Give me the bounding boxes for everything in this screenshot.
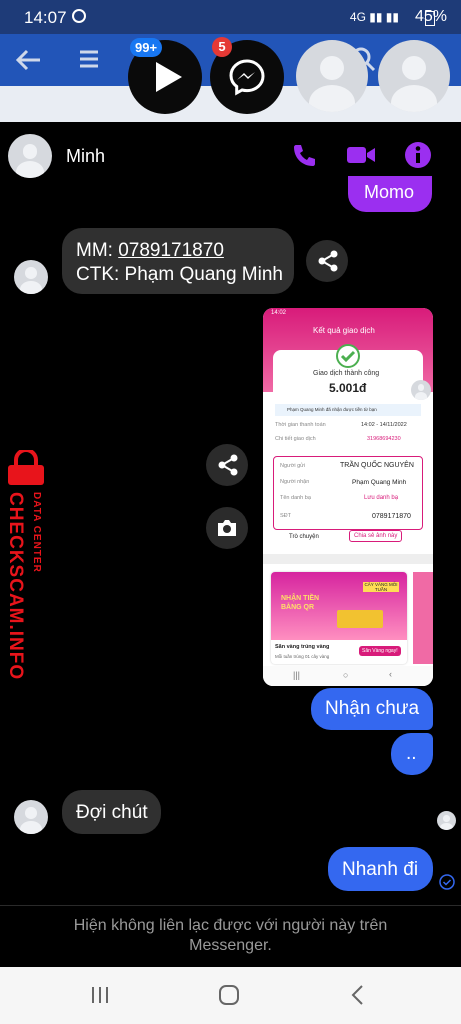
- message-line-mm: MM: 0789171870: [76, 240, 224, 262]
- receipt-chat-button: Trò chuyện: [289, 534, 319, 540]
- chathead-avatar-2[interactable]: [378, 40, 450, 112]
- camera-button[interactable]: [206, 507, 248, 549]
- share-image-button[interactable]: [206, 444, 248, 486]
- receipt-detail-label: Chi tiết giao dịch: [275, 436, 316, 442]
- receiver-value: Phạm Quang Minh: [352, 479, 407, 486]
- message-outgoing-momo[interactable]: Momo: [348, 176, 432, 212]
- promo-caption: Săn vàng trúng vàng: [275, 644, 330, 650]
- receipt-amount: 5.001đ: [329, 381, 367, 395]
- back-icon: ‹: [389, 669, 392, 679]
- phone-icon[interactable]: [290, 142, 318, 170]
- watermark-title: CHECKSCAM.INFO: [5, 492, 26, 681]
- promo-card-2: [413, 572, 433, 664]
- phone-label: SĐT: [280, 513, 291, 519]
- sender-value: TRẦN QUỐC NGUYÊN: [340, 462, 414, 469]
- home-icon: ○: [343, 670, 349, 680]
- receipt-details-box: Người gửi TRẦN QUỐC NGUYÊN Người nhận Ph…: [273, 456, 423, 530]
- receiver-label: Người nhận: [280, 479, 310, 485]
- info-icon[interactable]: [404, 141, 432, 169]
- message-incoming-doi-chut[interactable]: Đợi chút: [62, 790, 161, 834]
- phone-number-link[interactable]: 0789171870: [118, 240, 224, 261]
- sender-label: Người gửi: [280, 463, 306, 469]
- back-arrow-icon[interactable]: [14, 48, 42, 72]
- unavailable-text: Hiện không liên lạc được với người này t…: [73, 917, 388, 954]
- system-nav-bar: [0, 967, 461, 1024]
- camera-icon: [218, 520, 236, 536]
- recent-apps-icon: |||: [293, 670, 301, 680]
- receipt-share-button: Chia sẻ ảnh này: [349, 530, 403, 542]
- receipt-screenshot-image[interactable]: 14:02 Kết quả giao dịch Giao dịch thành …: [263, 308, 433, 686]
- promo-card: NHẬN TIỀN BẰNG QR CÂY VÀNG MỖI TUẦN Săn …: [271, 572, 407, 664]
- messenger-badge: 5: [212, 37, 232, 57]
- video-call-icon[interactable]: [346, 144, 376, 166]
- message-outgoing-nhan-chua[interactable]: Nhận chưa: [311, 688, 433, 730]
- home-icon[interactable]: [218, 984, 240, 1006]
- sender-avatar[interactable]: [14, 260, 48, 294]
- message-incoming-account[interactable]: MM: 0789171870 CTK: Phạm Quang Minh: [62, 228, 294, 294]
- receipt-time-value: 14:02 - 14/11/2022: [361, 422, 407, 428]
- receipt-chathead-avatar: [411, 380, 431, 400]
- seen-avatar: [437, 811, 456, 830]
- chathead-badge: 99+: [130, 38, 163, 57]
- signal-icon: 4G ▮▮ ▮▮: [349, 10, 399, 24]
- receipt-success-card: Giao dịch thành công 5.001đ: [273, 344, 423, 400]
- message-text: Nhận chưa: [325, 698, 420, 719]
- message-text: Momo: [364, 182, 415, 202]
- contact-value: Lưu danh bạ: [364, 495, 399, 501]
- receipt-statusbar: 14:02: [271, 310, 287, 316]
- receipt-title: Kết quả giao dịch: [313, 326, 375, 335]
- status-time: 14:07: [24, 8, 67, 27]
- share-button[interactable]: [306, 240, 348, 282]
- contact-name[interactable]: Minh: [66, 146, 105, 167]
- promo-button: Săn Vàng ngay!: [359, 646, 401, 656]
- battery-icon: [425, 11, 435, 26]
- promo-tag: CÂY VÀNG MỖI TUẦN: [363, 582, 399, 592]
- watermark: DATA CENTER CHECKSCAM.INFO: [2, 450, 52, 680]
- status-bar: 14:07 4G ▮▮ ▮▮ 45%: [0, 0, 461, 34]
- share-icon: [318, 250, 338, 272]
- messenger-notification-icon: [72, 9, 86, 23]
- recent-apps-icon[interactable]: [90, 985, 110, 1005]
- receipt-divider: [263, 554, 433, 564]
- receipt-detail-value: 31968694230: [367, 436, 401, 442]
- message-text: Nhanh đi: [342, 859, 419, 880]
- messenger-icon: [229, 59, 265, 96]
- receipt-nav-bar: ||| ○ ‹: [263, 666, 433, 686]
- receipt-success-text: Giao dịch thành công: [313, 370, 380, 377]
- promo-title: NHẬN TIỀN BẰNG QR: [281, 595, 320, 611]
- delivered-check-icon: [439, 874, 455, 890]
- share-icon: [218, 454, 238, 476]
- contact-avatar[interactable]: [8, 134, 52, 178]
- promo-subcaption: Mỗi tuần trúng 01 cây vàng: [275, 654, 330, 659]
- menu-icon[interactable]: [78, 48, 100, 70]
- check-icon: [336, 344, 360, 368]
- lock-icon: [8, 450, 44, 485]
- watermark-subtitle: DATA CENTER: [31, 492, 42, 573]
- promo-banner: NHẬN TIỀN BẰNG QR CÂY VÀNG MỖI TUẦN: [271, 572, 407, 640]
- mm-label: MM:: [76, 240, 119, 261]
- gold-bars-image: [337, 610, 383, 628]
- message-outgoing-dots[interactable]: ..: [391, 733, 433, 775]
- message-line-ctk: CTK: Phạm Quang Minh: [76, 264, 283, 285]
- play-icon: [156, 62, 182, 92]
- contact-label: Tên danh bạ: [280, 495, 311, 501]
- sender-avatar[interactable]: [14, 800, 48, 834]
- receipt-time-label: Thời gian thanh toán: [275, 422, 326, 428]
- message-text: Đợi chút: [76, 802, 148, 823]
- phone-value: 0789171870: [372, 513, 411, 520]
- unavailable-notice: Hiện không liên lạc được với người này t…: [0, 905, 461, 968]
- back-icon[interactable]: [350, 984, 366, 1006]
- receipt-notice: Phạm Quang Minh đã nhận được tiền từ bạn: [275, 404, 421, 416]
- message-text: ..: [406, 743, 417, 764]
- message-outgoing-nhanh-di[interactable]: Nhanh đi: [328, 847, 433, 891]
- chathead-avatar-1[interactable]: [296, 40, 368, 112]
